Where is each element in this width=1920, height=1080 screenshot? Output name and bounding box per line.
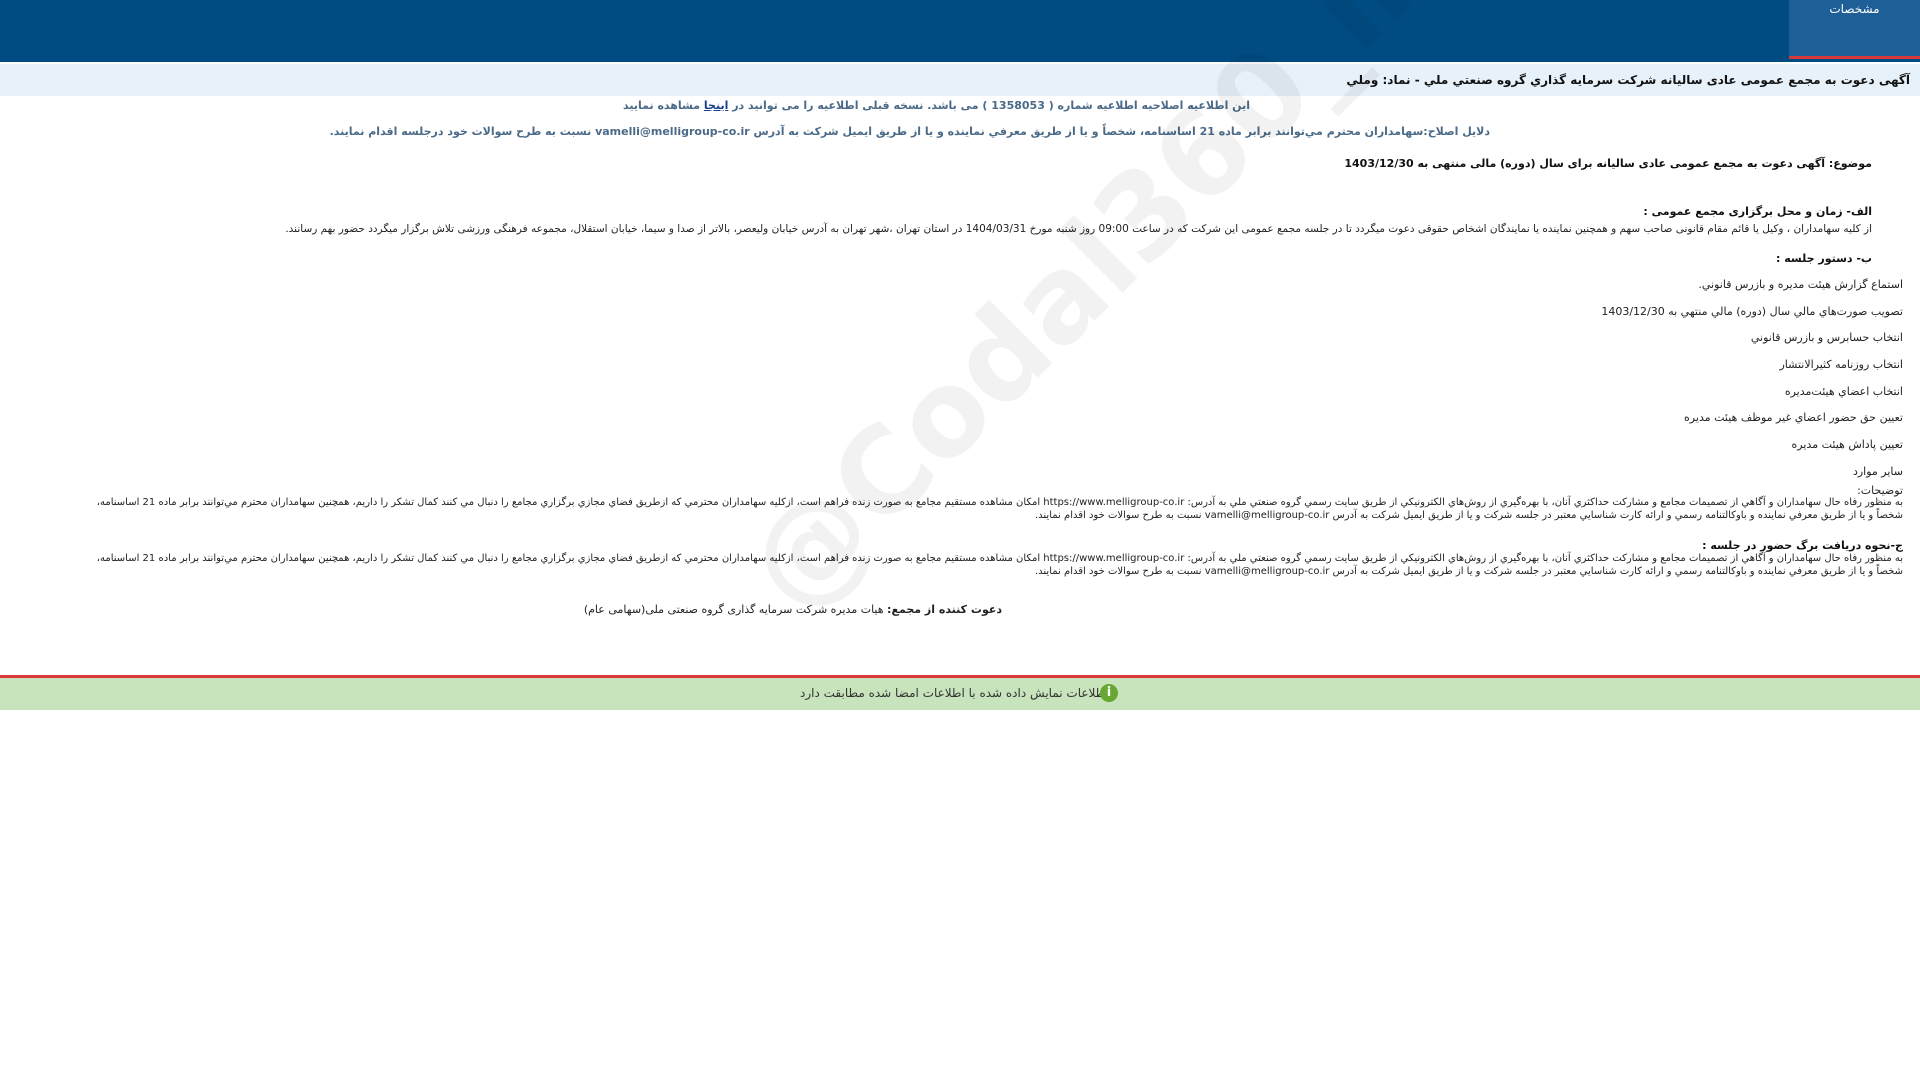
previous-version-link[interactable]: اینجا — [704, 99, 728, 112]
correction-text-2: ) می باشد. نسخه قبلی اطلاعیه را می توانی… — [732, 99, 988, 112]
subject-date: 1403/12/30 — [1344, 157, 1414, 170]
inviter: دعوت کننده از مجمع: هیات مدیره شرکت سرما… — [584, 603, 1002, 616]
agenda-item: ساير موارد — [1852, 465, 1903, 478]
agenda-item: انتخاب حسابرس و بازرس قانوني — [1750, 331, 1903, 344]
section-c-line-2: شخصاً و يا از طريق معرفي نماينده و باوكا… — [1034, 566, 1903, 577]
correction-text-3: مشاهده نمایید — [623, 99, 701, 112]
subject-text: آگهی دعوت به مجمع عمومی عادی سالیانه برا… — [1417, 157, 1825, 170]
top-header-bar — [0, 0, 1920, 62]
subject: موضوع: آگهی دعوت به مجمع عمومی عادی سالی… — [1344, 157, 1872, 170]
notes-label: توضیحات: — [1857, 484, 1903, 497]
notes-line-1: به منظور رفاه حال سهامداران و آگاهي از ت… — [96, 497, 1903, 508]
previous-notice-number: 1358053 — [991, 99, 1045, 112]
verification-footer: اطلاعات نمایش داده شده با اطلاعات امضا ش… — [0, 675, 1920, 710]
agenda-item: تعيين حق حضور اعضاي غير موظف هيئت مديره — [1684, 411, 1903, 424]
inviter-label: دعوت کننده از مجمع: — [887, 603, 1002, 616]
correction-reason: دلایل اصلاح:سهامداران محترم مي‌توانند بر… — [329, 125, 1490, 138]
agenda-item: انتخاب روزنامه كثيرالانتشار — [1779, 358, 1903, 371]
agenda-item: تصويب صورت‌هاي مالي سال (دوره) مالي منته… — [1601, 305, 1903, 318]
section-a-heading: الف- زمان و محل برگزاری مجمع عمومی : — [1643, 205, 1872, 218]
section-c-heading: ج-نحوه دریافت برگ حضور در جلسه : — [1702, 539, 1903, 552]
correction-notice: این اطلاعیه اصلاحیه اطلاعیه شماره ( 1358… — [623, 99, 1250, 112]
tab-label: مشخصات — [1829, 2, 1880, 16]
notes-line-2: شخصاً و يا از طريق معرفي نماينده و باوكا… — [1034, 510, 1903, 521]
section-a-text: از کلیه سهامداران ، وکیل یا قائم مقام قا… — [285, 223, 1872, 235]
agenda-item: تعيين پاداش هيئت مديره — [1791, 438, 1903, 451]
section-c-line-1: به منظور رفاه حال سهامداران و آگاهي از ت… — [96, 553, 1903, 564]
tab-specifications[interactable]: مشخصات — [1789, 0, 1920, 59]
agenda-item: انتخاب اعضاي هيئت‌مديره — [1784, 385, 1903, 398]
inviter-text: هیات مدیره شرکت سرمایه گذاری گروه صنعتی … — [583, 603, 884, 616]
subject-label: موضوع: — [1828, 157, 1872, 170]
section-b-heading: ب- دستور جلسه : — [1776, 252, 1872, 265]
notice-title: آگهی دعوت به مجمع عمومی عادی سالیانه شرک… — [1346, 73, 1910, 87]
info-icon: i — [1100, 684, 1118, 702]
verification-message: اطلاعات نمایش داده شده با اطلاعات امضا ش… — [800, 686, 1109, 700]
notice-title-bar: آگهی دعوت به مجمع عمومی عادی سالیانه شرک… — [0, 64, 1920, 96]
agenda-item: استماع گزارش هيئت مديره و بازرس قانوني. — [1698, 278, 1903, 291]
correction-text-1: این اطلاعیه اصلاحیه اطلاعیه شماره ( — [1048, 99, 1250, 112]
